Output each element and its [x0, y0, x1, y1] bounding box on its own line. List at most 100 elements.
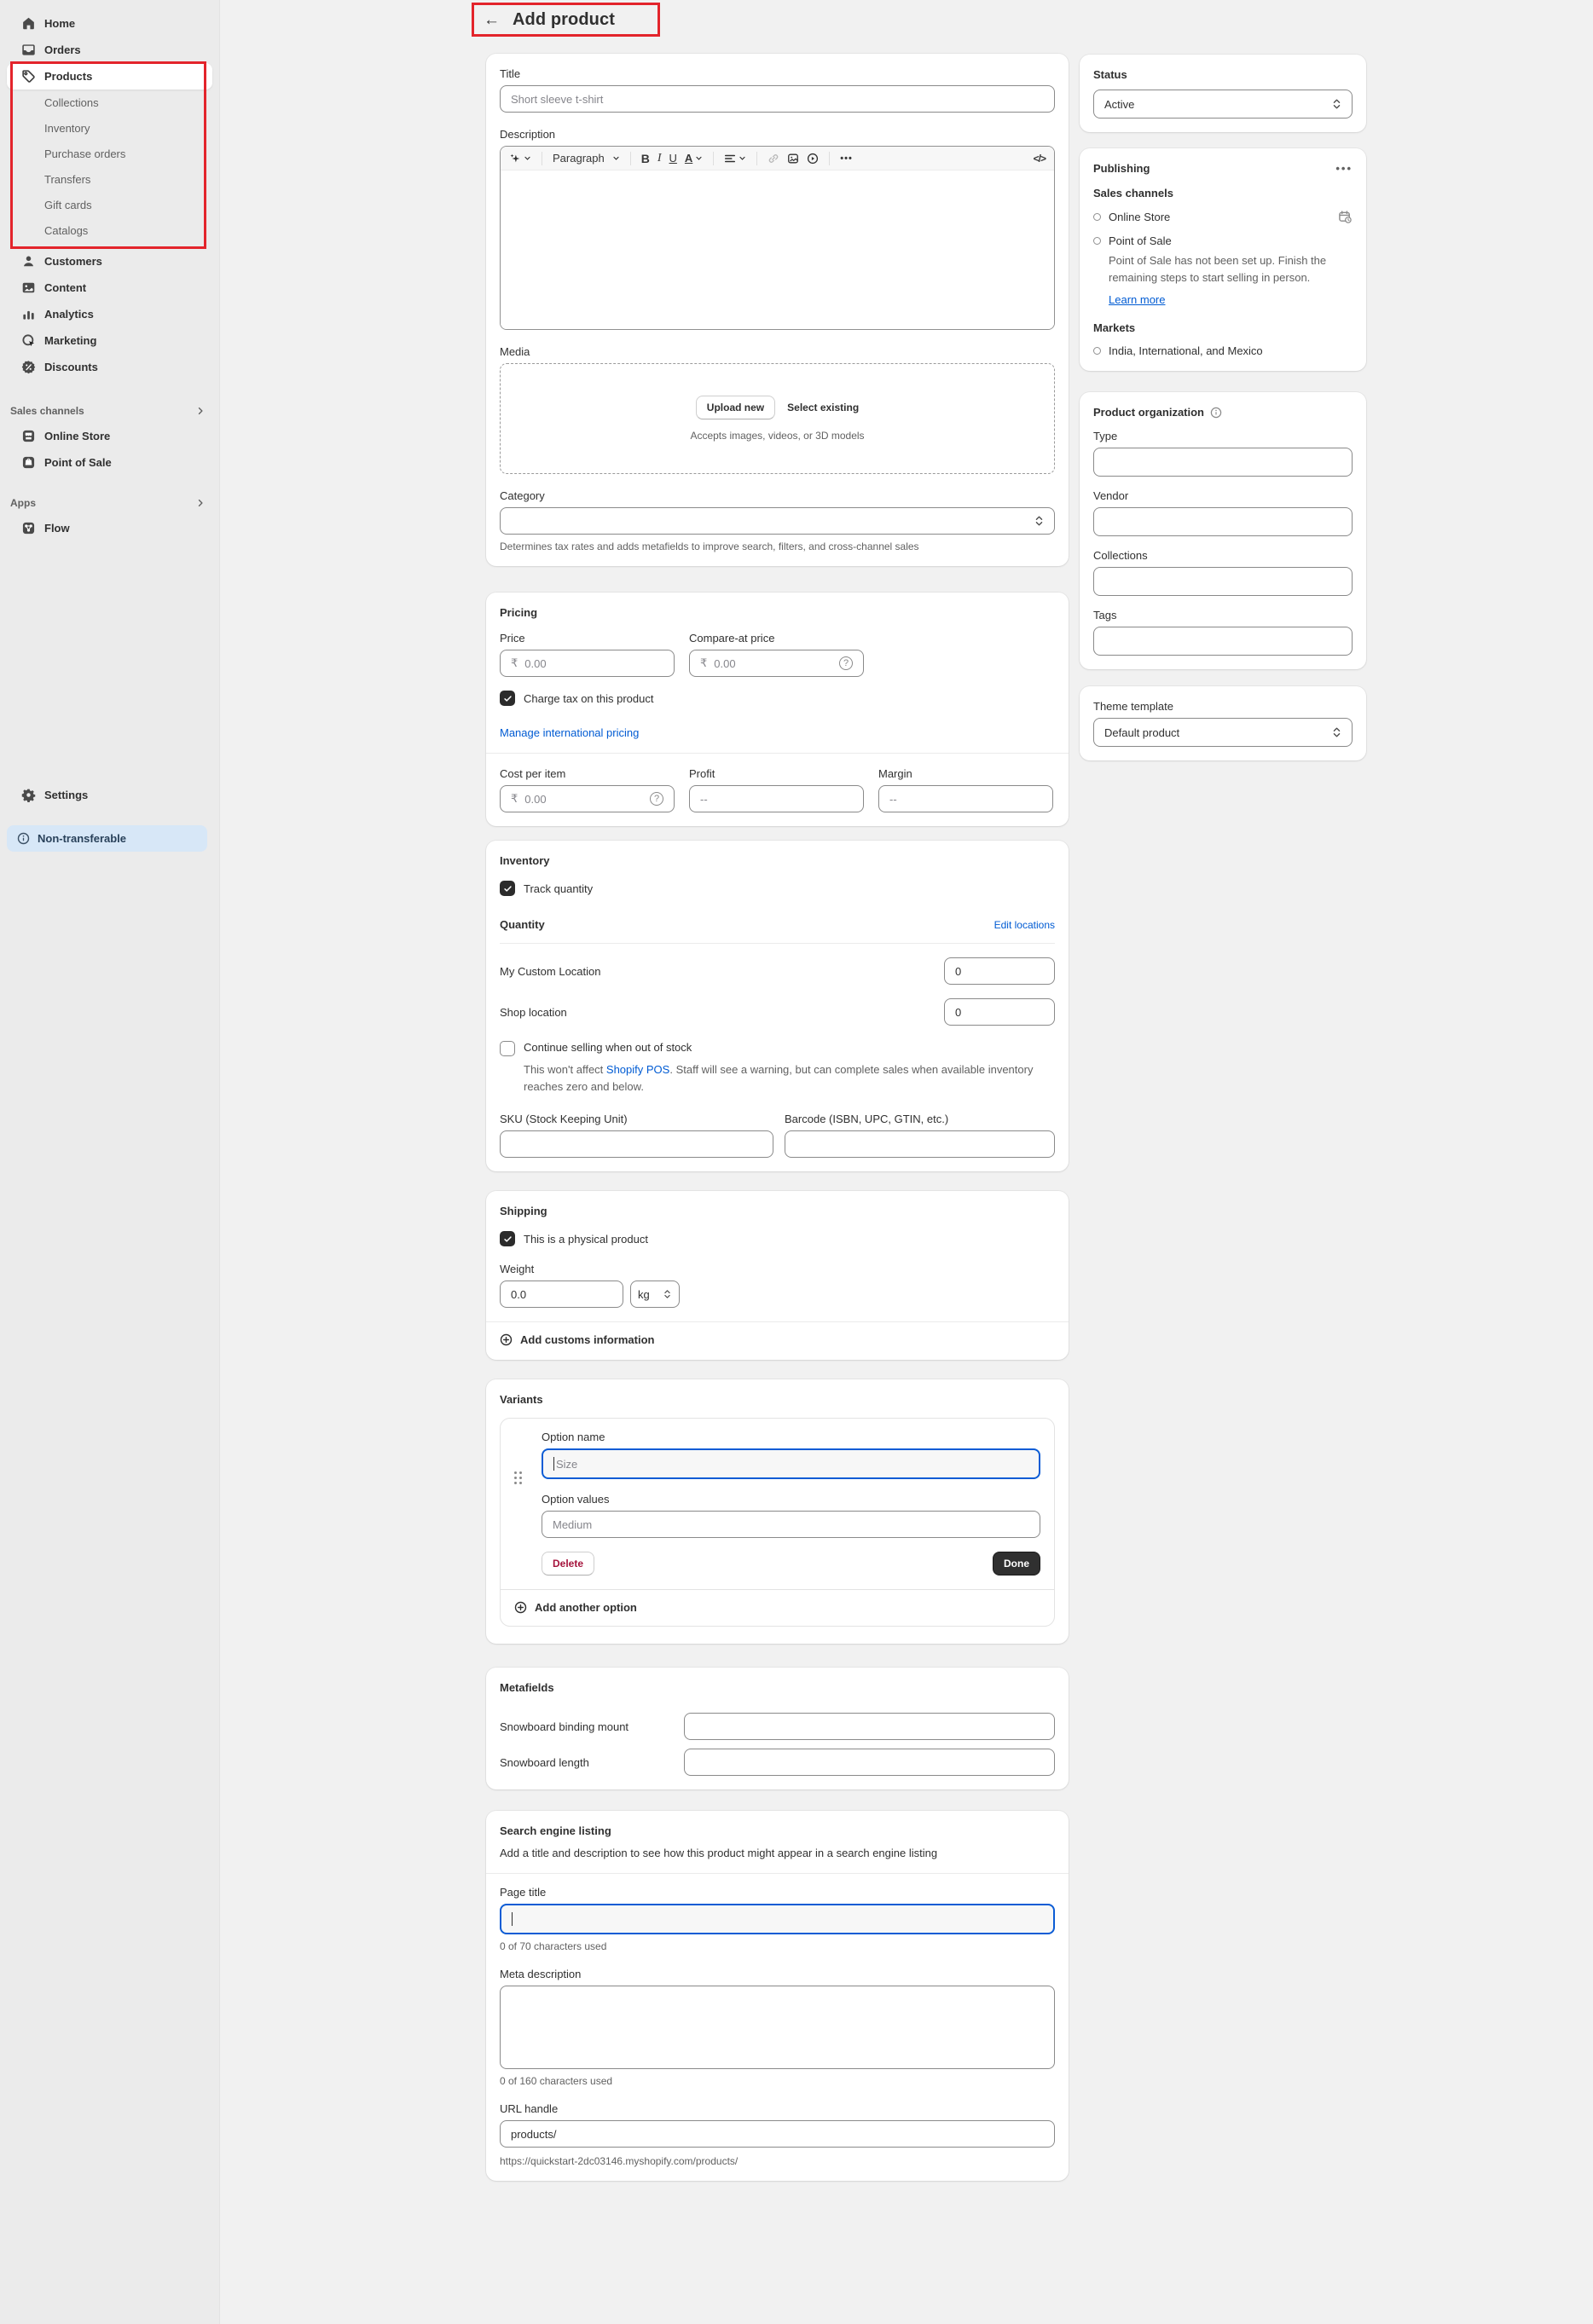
text-color-icon[interactable]: A: [685, 152, 703, 165]
metafield-input-length[interactable]: [684, 1749, 1055, 1776]
add-another-option-button[interactable]: Add another option: [514, 1590, 1040, 1626]
checkbox-checked-icon: [500, 881, 515, 896]
variants-card: Variants Option name Size Option values …: [486, 1379, 1069, 1644]
sidebar-item-orders[interactable]: Orders: [7, 37, 212, 63]
online-store-icon: [20, 429, 36, 444]
underline-icon[interactable]: U: [669, 152, 677, 165]
track-quantity-checkbox[interactable]: Track quantity: [500, 881, 1055, 896]
sidebar-item-inventory[interactable]: Inventory: [7, 115, 212, 141]
show-html-icon[interactable]: </>: [1034, 153, 1046, 165]
sidebar-item-purchase-orders[interactable]: Purchase orders: [7, 141, 212, 166]
add-customs-information-button[interactable]: Add customs information: [500, 1322, 1055, 1346]
learn-more-link[interactable]: Learn more: [1109, 293, 1165, 306]
paragraph-style-dropdown[interactable]: Paragraph: [553, 152, 620, 165]
apps-header[interactable]: Apps: [7, 491, 212, 515]
home-icon: [20, 16, 36, 32]
delete-option-button[interactable]: Delete: [542, 1552, 594, 1575]
pricing-heading: Pricing: [500, 606, 1055, 619]
channel-row-point-of-sale: Point of Sale: [1093, 234, 1353, 247]
meta-description-input[interactable]: [500, 1986, 1055, 2069]
page-title-input[interactable]: [500, 1904, 1055, 1934]
continue-selling-checkbox[interactable]: Continue selling when out of stock: [500, 1041, 1055, 1056]
edit-locations-link[interactable]: Edit locations: [994, 919, 1055, 931]
profit-input[interactable]: --: [689, 785, 864, 812]
status-select[interactable]: Active: [1093, 90, 1353, 119]
description-input[interactable]: [501, 171, 1054, 329]
insert-video-icon[interactable]: [807, 153, 819, 165]
media-dropzone[interactable]: Upload new Select existing Accepts image…: [500, 363, 1055, 474]
sidebar-item-label: Content: [44, 281, 86, 294]
category-select[interactable]: [500, 507, 1055, 535]
option-name-input[interactable]: Size: [542, 1448, 1040, 1479]
metafield-input-binding-mount[interactable]: [684, 1713, 1055, 1740]
weight-unit-select[interactable]: kg: [630, 1281, 680, 1308]
sidebar-item-collections[interactable]: Collections: [7, 90, 212, 115]
sidebar-item-home[interactable]: Home: [7, 10, 212, 37]
url-handle-input[interactable]: products/: [500, 2120, 1055, 2148]
manage-international-pricing-link[interactable]: Manage international pricing: [500, 726, 639, 739]
sidebar-item-discounts[interactable]: Discounts: [7, 354, 212, 380]
question-circle-icon[interactable]: ?: [650, 792, 663, 806]
analytics-icon: [20, 307, 36, 322]
sidebar-item-online-store[interactable]: Online Store: [7, 423, 212, 449]
upload-new-button[interactable]: Upload new: [696, 396, 775, 419]
pos-note: Point of Sale has not been set up. Finis…: [1109, 252, 1353, 286]
sidebar-item-point-of-sale[interactable]: Point of Sale: [7, 449, 212, 476]
alignment-icon[interactable]: [724, 153, 746, 165]
quantity-input-custom-location[interactable]: 0: [944, 957, 1055, 985]
drag-handle-icon[interactable]: [514, 1471, 523, 1484]
tags-label: Tags: [1093, 609, 1353, 621]
insert-image-icon[interactable]: [787, 153, 799, 165]
price-label: Price: [500, 632, 675, 645]
sidebar-item-label: Customers: [44, 255, 102, 268]
price-input[interactable]: ₹ 0.00: [500, 650, 675, 677]
question-circle-icon[interactable]: ?: [839, 656, 853, 670]
italic-icon[interactable]: I: [657, 152, 662, 165]
info-circle-icon[interactable]: [1210, 407, 1222, 419]
sales-channels-header[interactable]: Sales channels: [7, 399, 212, 423]
option-value-input[interactable]: Medium: [542, 1511, 1040, 1538]
sidebar-item-gift-cards[interactable]: Gift cards: [7, 192, 212, 217]
physical-product-checkbox[interactable]: This is a physical product: [500, 1231, 1055, 1246]
cost-per-item-input[interactable]: ₹ 0.00 ?: [500, 785, 675, 812]
screen: Home Orders Products Collections Invento…: [0, 0, 1593, 2324]
margin-input[interactable]: --: [878, 785, 1053, 812]
link-icon[interactable]: [768, 153, 779, 165]
more-options-icon[interactable]: •••: [840, 153, 853, 164]
horizontal-dots-icon[interactable]: •••: [1335, 162, 1353, 175]
sidebar-item-customers[interactable]: Customers: [7, 248, 212, 275]
calendar-clock-icon[interactable]: [1338, 210, 1353, 224]
sidebar-item-label: Products: [44, 70, 92, 83]
collections-input[interactable]: [1093, 567, 1353, 596]
sidebar-item-marketing[interactable]: Marketing: [7, 327, 212, 354]
quantity-input-shop-location[interactable]: 0: [944, 998, 1055, 1026]
title-input[interactable]: Short sleeve t-shirt: [500, 85, 1055, 113]
select-existing-button[interactable]: Select existing: [787, 402, 859, 413]
sku-input[interactable]: [500, 1130, 773, 1158]
sidebar-item-content[interactable]: Content: [7, 275, 212, 301]
sidebar-item-catalogs[interactable]: Catalogs: [7, 217, 212, 243]
done-option-button[interactable]: Done: [993, 1552, 1040, 1575]
customers-icon: [20, 254, 36, 269]
sidebar-item-label: Home: [44, 17, 75, 30]
back-arrow-icon[interactable]: ←: [484, 12, 500, 28]
sidebar-item-flow[interactable]: Flow: [7, 515, 212, 541]
sidebar-item-products[interactable]: Products: [7, 63, 212, 90]
tags-input[interactable]: [1093, 627, 1353, 656]
sku-label: SKU (Stock Keeping Unit): [500, 1113, 773, 1125]
magic-ai-icon[interactable]: [509, 153, 531, 165]
sidebar-item-analytics[interactable]: Analytics: [7, 301, 212, 327]
theme-template-select[interactable]: Default product: [1093, 718, 1353, 747]
shopify-pos-link[interactable]: Shopify POS: [606, 1063, 669, 1076]
weight-input[interactable]: 0.0: [500, 1281, 623, 1308]
sidebar-item-transfers[interactable]: Transfers: [7, 166, 212, 192]
compare-at-price-input[interactable]: ₹ 0.00 ?: [689, 650, 864, 677]
bold-icon[interactable]: B: [641, 152, 650, 165]
vendor-input[interactable]: [1093, 507, 1353, 536]
charge-tax-checkbox[interactable]: Charge tax on this product: [500, 691, 1055, 706]
barcode-input[interactable]: [785, 1130, 1055, 1158]
sidebar-item-settings[interactable]: Settings: [7, 782, 212, 808]
organization-heading: Product organization: [1093, 406, 1204, 419]
non-transferable-banner[interactable]: Non-transferable: [7, 825, 207, 852]
type-input[interactable]: [1093, 448, 1353, 477]
